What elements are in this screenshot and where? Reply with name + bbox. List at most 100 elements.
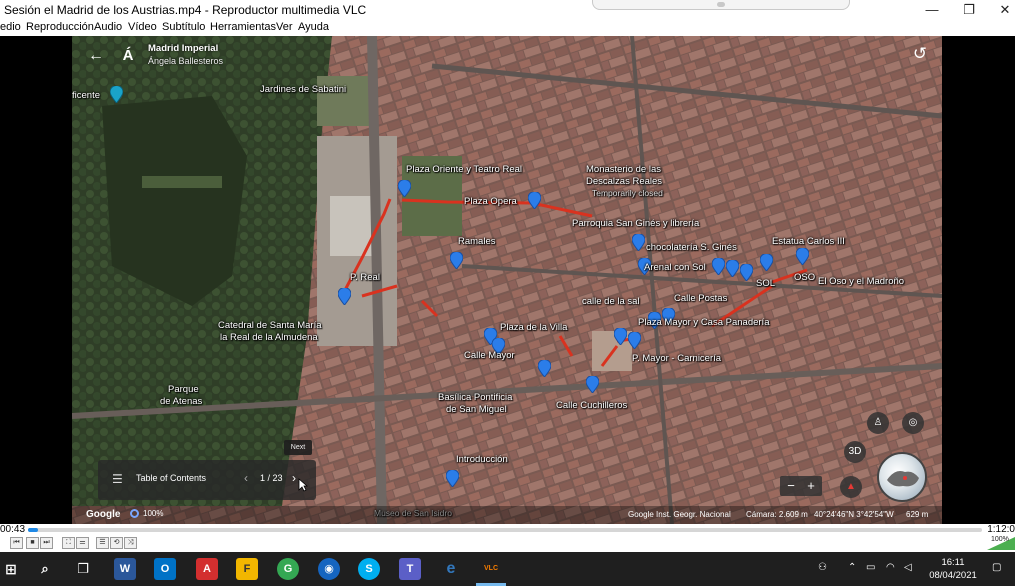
tray-chevron-icon[interactable]: ⌃ [848,562,856,573]
battery-icon[interactable]: ▭ [866,562,875,573]
title-bar[interactable]: Sesión el Madrid de los Austrias.mp4 - R… [0,0,1015,19]
menu-ayuda[interactable]: Ayuda [298,21,329,33]
menu-reproduccion[interactable]: Reproducción [26,21,94,33]
zoom-controls: − + [780,476,822,496]
outlook-icon[interactable]: O [154,558,176,580]
place-marker-icon[interactable] [446,470,459,487]
map-label: Catedral de Santa María [218,320,322,331]
tour-logo-icon: Á [122,47,134,64]
previous-track-button[interactable]: ⏮ [10,537,23,549]
hamburger-menu-icon[interactable]: ☰ [112,472,124,486]
compass-icon[interactable]: ▲ [840,476,862,498]
camera-altitude: Cámara: 2.609 m [746,510,808,519]
fullscreen-button[interactable]: ⛶ [62,537,75,549]
taskbar-clock[interactable]: 16:11 08/04/2021 [928,556,978,582]
map-label: de Atenas [160,396,203,407]
extended-settings-button[interactable]: ⚌ [76,537,89,549]
place-marker-icon[interactable] [450,252,463,269]
map-label: OSO [794,272,816,283]
map-label: Plaza Oriente y Teatro Real [406,164,522,175]
place-marker-icon[interactable] [528,192,541,209]
shuffle-button[interactable]: ⤨ [124,537,137,549]
place-marker-icon[interactable] [712,258,725,275]
wifi-icon[interactable]: ◠ [886,562,895,573]
map-label: P. Real [350,272,380,283]
place-marker-icon[interactable] [632,234,645,251]
tour-title: Madrid Imperial [148,43,219,54]
clock-time: 16:11 [941,557,965,568]
zoom-out-button[interactable]: − [782,478,800,493]
next-tooltip: Next [284,440,312,455]
seek-slider[interactable] [28,528,982,532]
notifications-icon[interactable]: ▢ [992,562,1001,573]
playback-controls: ⏮ ■ ⏭ ⛶ ⚌ ☰ ⟲ ⤨ 100% [0,536,1015,552]
file-explorer-icon[interactable]: F [236,558,258,580]
playlist-button[interactable]: ☰ [96,537,109,549]
app-icon[interactable]: ◉ [318,558,340,580]
map-label: Ramales [458,236,496,247]
place-marker-icon[interactable] [628,332,641,349]
place-marker-icon[interactable] [760,254,773,271]
edge-icon[interactable]: e [440,558,462,580]
video-area[interactable]: Jardines de Sabatini ficente Plaza Orien… [0,36,1015,524]
loading-indicator: 100% [130,509,163,518]
chrome-icon[interactable]: G [277,558,299,580]
restore-button[interactable]: ❐ [953,0,985,19]
people-icon[interactable]: ⚇ [818,562,827,573]
vlc-icon[interactable]: VLC [480,558,502,580]
map-label: Plaza Mayor y Casa Panadería [638,317,770,328]
minimize-button[interactable]: — [916,0,948,19]
zoom-in-button[interactable]: + [802,478,820,493]
menu-subtitulo[interactable]: Subtítulo [162,21,205,33]
three-d-button[interactable]: 3D [844,441,866,463]
toc-label[interactable]: Table of Contents [136,473,206,483]
map-label: Basílica Pontificia [438,392,513,403]
menu-ver[interactable]: Ver [276,21,293,33]
next-slide-icon[interactable]: › [292,471,296,485]
windows-start-icon[interactable]: ⊞ [0,558,22,580]
pegman-icon[interactable]: ♙ [867,412,889,434]
place-marker-icon[interactable] [398,180,411,197]
place-marker-icon[interactable] [796,248,809,265]
total-time: 1:12:0 [987,524,1015,535]
task-view-icon[interactable]: ❐ [72,558,94,580]
menu-video[interactable]: Vídeo [128,21,157,33]
globe-icon[interactable] [877,452,927,502]
next-track-button[interactable]: ⏭ [40,537,53,549]
info-marker-icon[interactable] [110,86,123,103]
place-marker-icon[interactable] [538,360,551,377]
mouse-cursor-icon [298,478,308,492]
place-marker-icon[interactable] [586,376,599,393]
acrobat-icon[interactable]: A [196,558,218,580]
close-button[interactable]: ✕ [989,0,1015,19]
place-marker-icon[interactable] [614,328,627,345]
place-marker-icon[interactable] [338,288,351,305]
loop-button[interactable]: ⟲ [110,537,123,549]
search-icon[interactable]: ⌕ [34,558,56,580]
menu-herramientas[interactable]: Herramientas [210,21,276,33]
stop-button[interactable]: ■ [26,537,39,549]
windows-taskbar: ⊞ ⌕ ❐ W O A F G ◉ S T e VLC ⚇ ⌃ ▭ ◠ ◁ 16… [0,552,1015,586]
reset-view-icon[interactable]: ↺ [910,44,930,64]
loading-ring-icon [130,509,139,518]
speaker-icon[interactable]: ◁ [904,562,912,573]
my-location-icon[interactable]: ◎ [902,412,924,434]
teams-icon[interactable]: T [399,558,421,580]
skype-icon[interactable]: S [358,558,380,580]
google-earth-drag-handle[interactable] [592,0,850,10]
map-label: Introducción [456,454,508,465]
map-label: Parque [168,384,199,395]
google-earth-map[interactable]: Jardines de Sabatini ficente Plaza Orien… [72,36,942,524]
place-marker-icon[interactable] [726,260,739,277]
coordinates: 40°24'46"N 3°42'54"W [814,510,894,519]
volume-slider[interactable]: 100% [987,536,1015,550]
menu-audio[interactable]: Audio [94,21,122,33]
word-icon[interactable]: W [114,558,136,580]
previous-slide-icon[interactable]: ‹ [244,471,248,485]
place-marker-icon[interactable] [740,264,753,281]
map-label: Monasterio de las [586,164,661,175]
tour-author: Ángela Ballesteros [148,56,224,66]
back-arrow-icon[interactable]: ← [86,46,106,66]
seek-row: 00:43 1:12:0 [0,524,1015,536]
menu-medio[interactable]: edio [0,21,21,33]
